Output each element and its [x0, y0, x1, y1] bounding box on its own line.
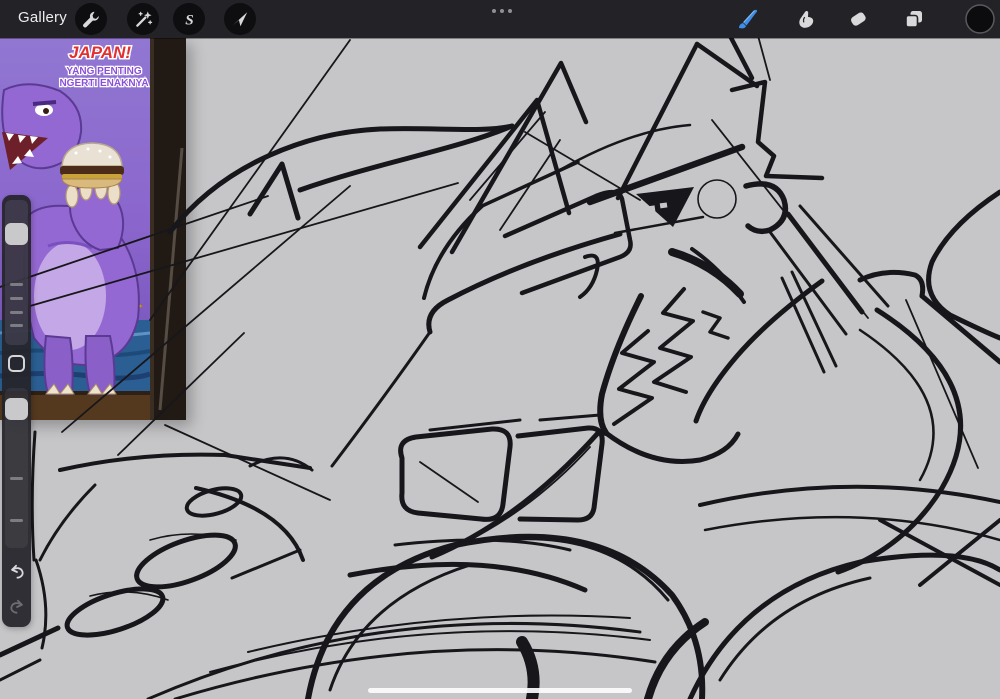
- smudge-tool-button[interactable]: [794, 7, 818, 31]
- magic-wand-icon: [135, 10, 152, 27]
- transform-arrow-icon: [232, 12, 248, 27]
- paintbrush-icon: [739, 9, 758, 29]
- gallery-button[interactable]: Gallery: [18, 9, 67, 26]
- home-indicator[interactable]: [368, 688, 632, 693]
- opacity-tick: [10, 519, 23, 522]
- modify-button[interactable]: [8, 355, 25, 372]
- color-swatch-circle: [965, 4, 995, 34]
- smudge-finger-icon: [799, 10, 814, 28]
- layers-icon: [905, 11, 922, 28]
- selection-button[interactable]: S: [173, 3, 205, 35]
- size-tick: [10, 324, 23, 327]
- burger: [60, 142, 124, 189]
- size-tick: [10, 283, 23, 286]
- wrench-icon: [82, 11, 99, 27]
- photo-frame-edge: [150, 38, 186, 420]
- adjustments-button[interactable]: [127, 3, 159, 35]
- actions-button[interactable]: [75, 3, 107, 35]
- brush-opacity-handle[interactable]: [5, 398, 28, 420]
- layers-button[interactable]: [902, 7, 926, 31]
- multitask-dots-icon[interactable]: [492, 9, 512, 13]
- reference-subtitle-1: YANG PENTING: [66, 66, 141, 77]
- undo-icon[interactable]: [8, 563, 26, 581]
- brush-sidebar: [2, 195, 31, 627]
- opacity-tick: [10, 477, 23, 480]
- erase-tool-button[interactable]: [846, 7, 870, 31]
- top-toolbar: Gallery S: [0, 0, 1000, 38]
- transform-button[interactable]: [224, 3, 256, 35]
- paint-tool-button[interactable]: [735, 7, 759, 31]
- color-button[interactable]: [964, 3, 996, 35]
- svg-text:S: S: [185, 11, 193, 28]
- brush-size-handle[interactable]: [5, 223, 28, 245]
- size-tick: [10, 311, 23, 314]
- selection-s-icon: S: [185, 11, 193, 28]
- procreate-window: JAPAN! YANG PENTING NGERTI ENAKNYA Galle…: [0, 0, 1000, 699]
- reference-title: JAPAN!: [69, 43, 131, 62]
- size-tick: [10, 297, 23, 300]
- redo-icon[interactable]: [8, 598, 26, 616]
- reference-subtitle-2: NGERTI ENAKNYA: [59, 78, 148, 89]
- eraser-icon: [851, 12, 866, 26]
